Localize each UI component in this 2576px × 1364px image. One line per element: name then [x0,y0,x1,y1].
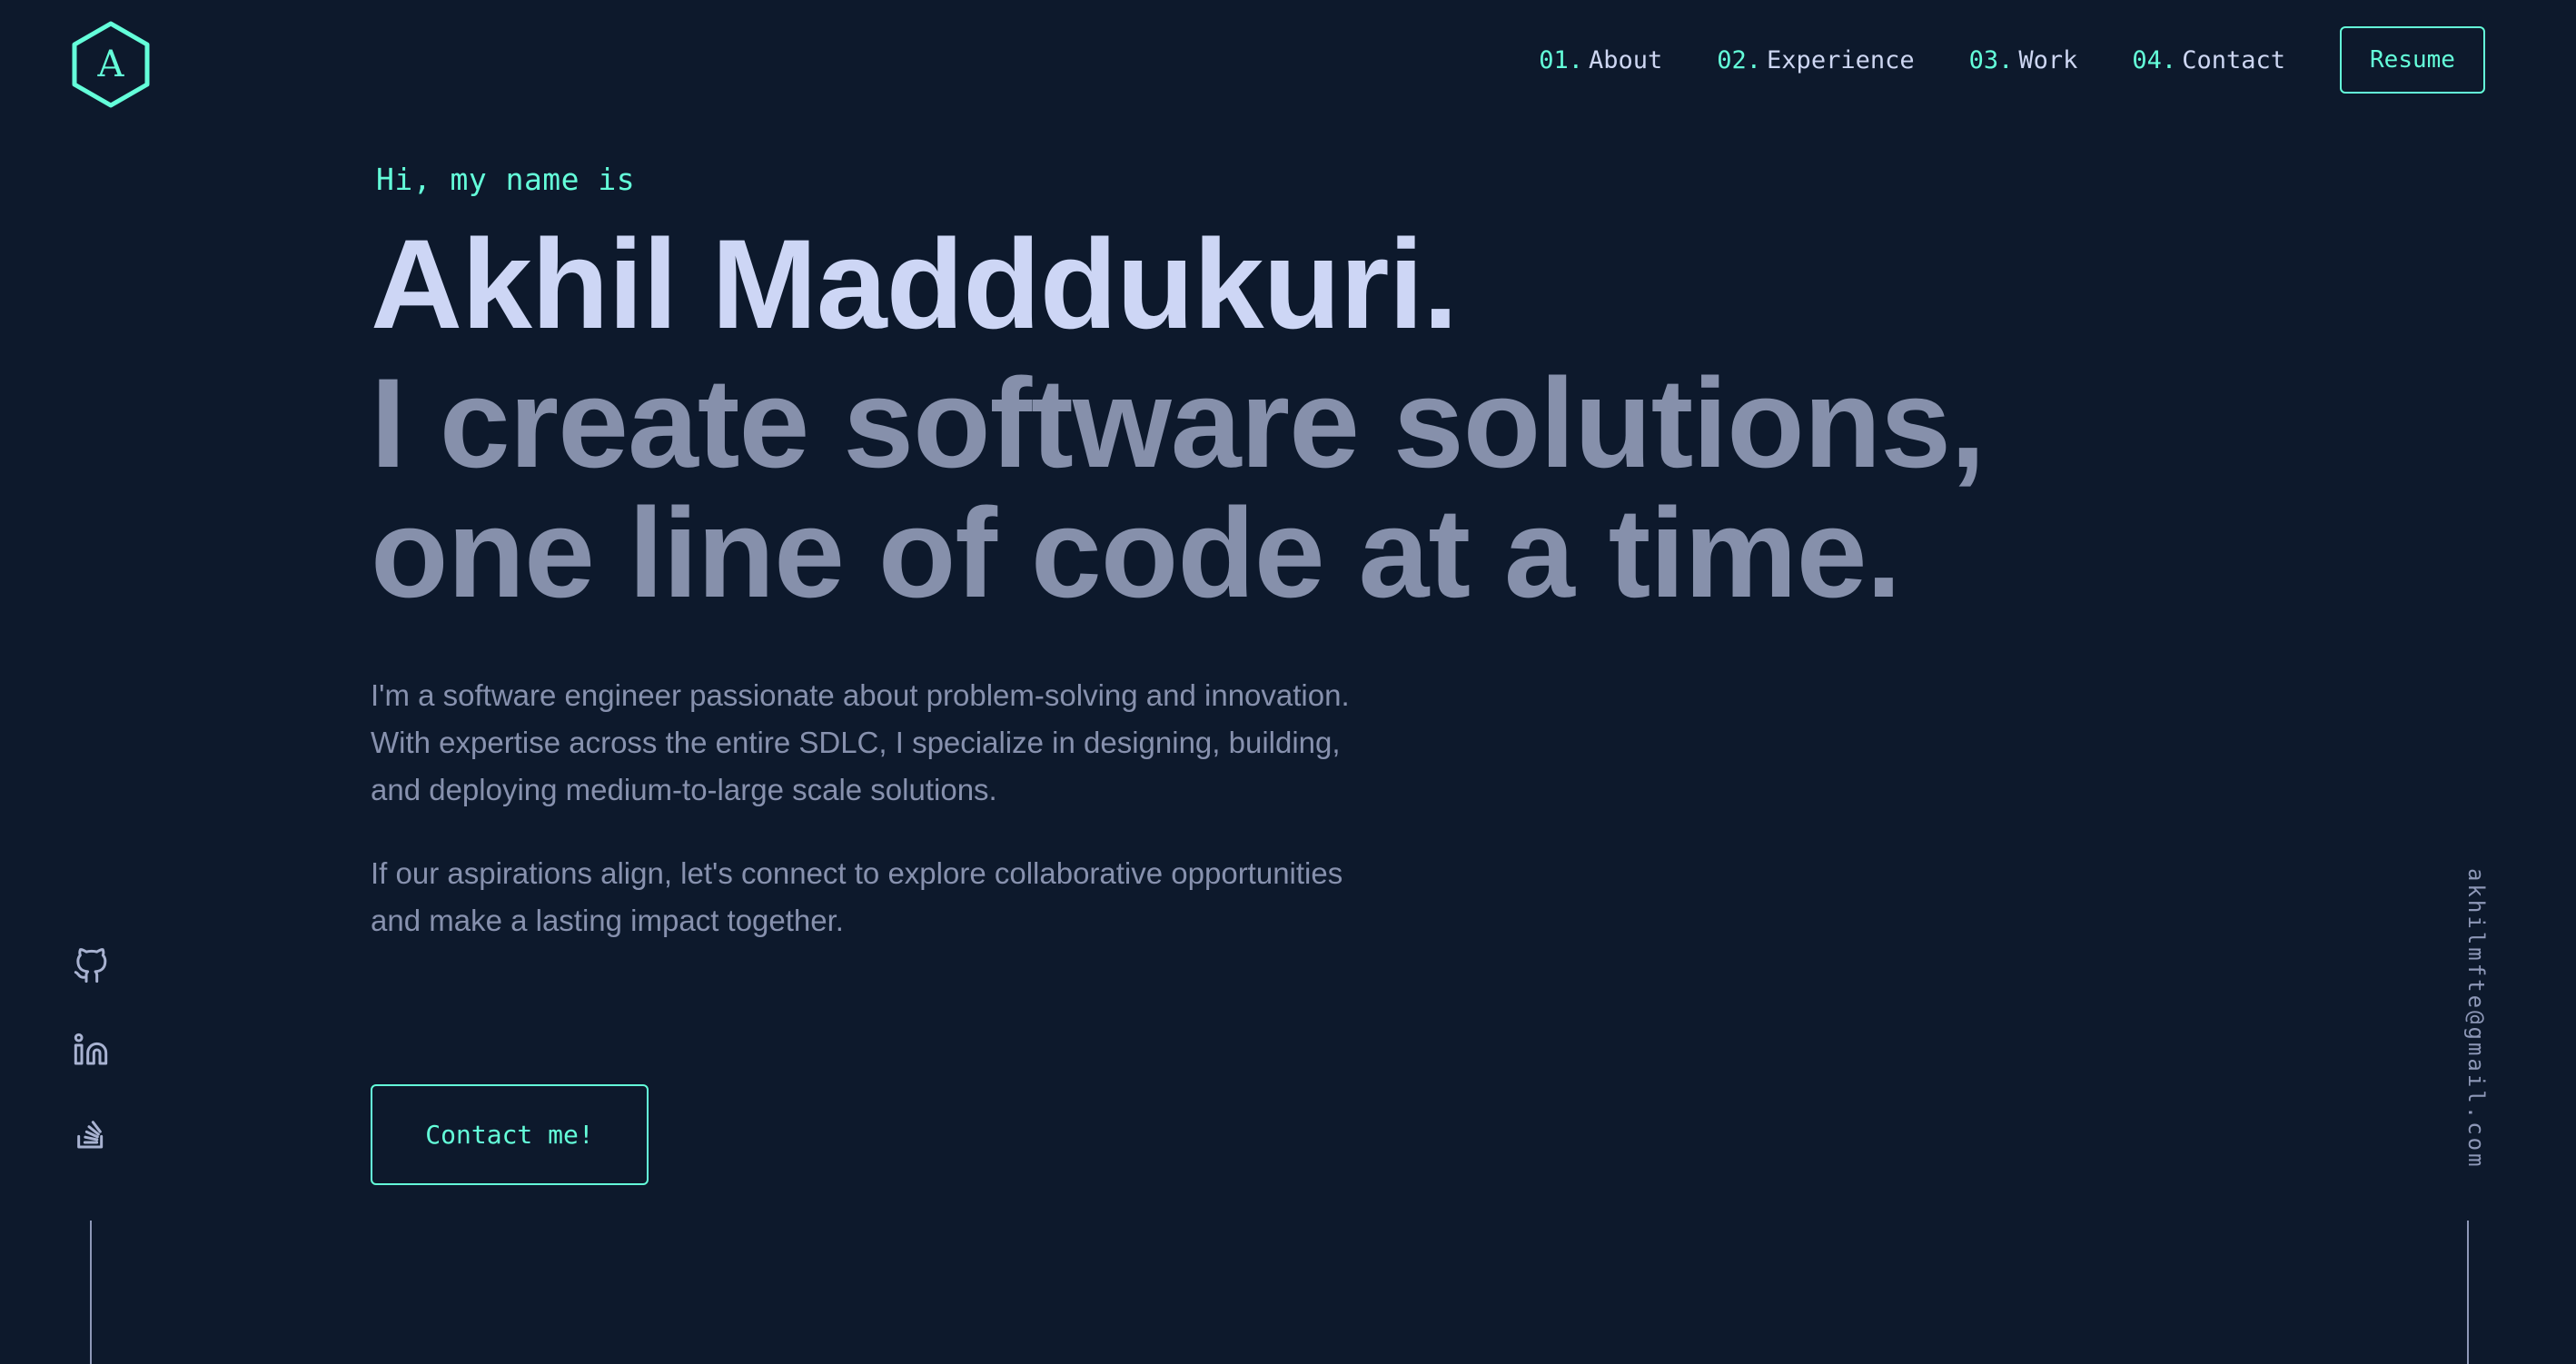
stackoverflow-icon [77,1121,104,1149]
nav-label: Work [2018,45,2078,74]
stackoverflow-link[interactable] [71,1113,111,1153]
nav-link-work[interactable]: 03. Work [1969,46,2078,74]
nav-label: Experience [1767,45,1915,74]
main-nav: 01. About 02. Experience 03. Work 04. Co… [1539,24,2485,96]
hero-bio: I'm a software engineer passionate about… [371,672,1370,944]
email-link[interactable]: akhilmfte@gmail.com [2463,868,2489,1170]
nav-number: 04. [2132,45,2177,74]
github-icon [74,948,107,983]
hero-tagline: I create software solutions, one line of… [371,358,2096,618]
nav-link-contact[interactable]: 04. Contact [2132,46,2285,74]
nav-link-experience[interactable]: 02. Experience [1717,46,1914,74]
left-divider-line [90,1221,92,1364]
nav-number: 02. [1717,45,1762,74]
logo[interactable]: A [71,20,151,109]
tagline-line-2: one line of code at a time. [371,481,1901,624]
nav-label: About [1588,45,1663,74]
hexagon-logo-icon: A [72,21,150,108]
linkedin-link[interactable] [71,1030,111,1070]
social-links [71,946,111,1197]
nav-label: Contact [2182,45,2285,74]
resume-button[interactable]: Resume [2340,26,2485,94]
github-link[interactable] [71,946,111,986]
logo-letter: A [97,44,125,85]
tagline-line-1: I create software solutions, [371,351,1986,494]
bio-paragraph-1: I'm a software engineer passionate about… [371,678,1350,806]
bio-paragraph-2: If our aspirations align, let's connect … [371,856,1343,937]
hero-name: Akhil Madddukuri. [371,213,1458,355]
contact-me-button[interactable]: Contact me! [371,1084,649,1185]
nav-link-about[interactable]: 01. About [1539,46,1662,74]
right-divider-line [2467,1221,2469,1364]
hero-section: Hi, my name is Akhil Madddukuri. I creat… [371,154,2096,981]
nav-number: 01. [1539,45,1583,74]
nav-number: 03. [1968,45,2014,74]
greeting-text: Hi, my name is [376,162,636,197]
linkedin-icon [74,1033,108,1065]
